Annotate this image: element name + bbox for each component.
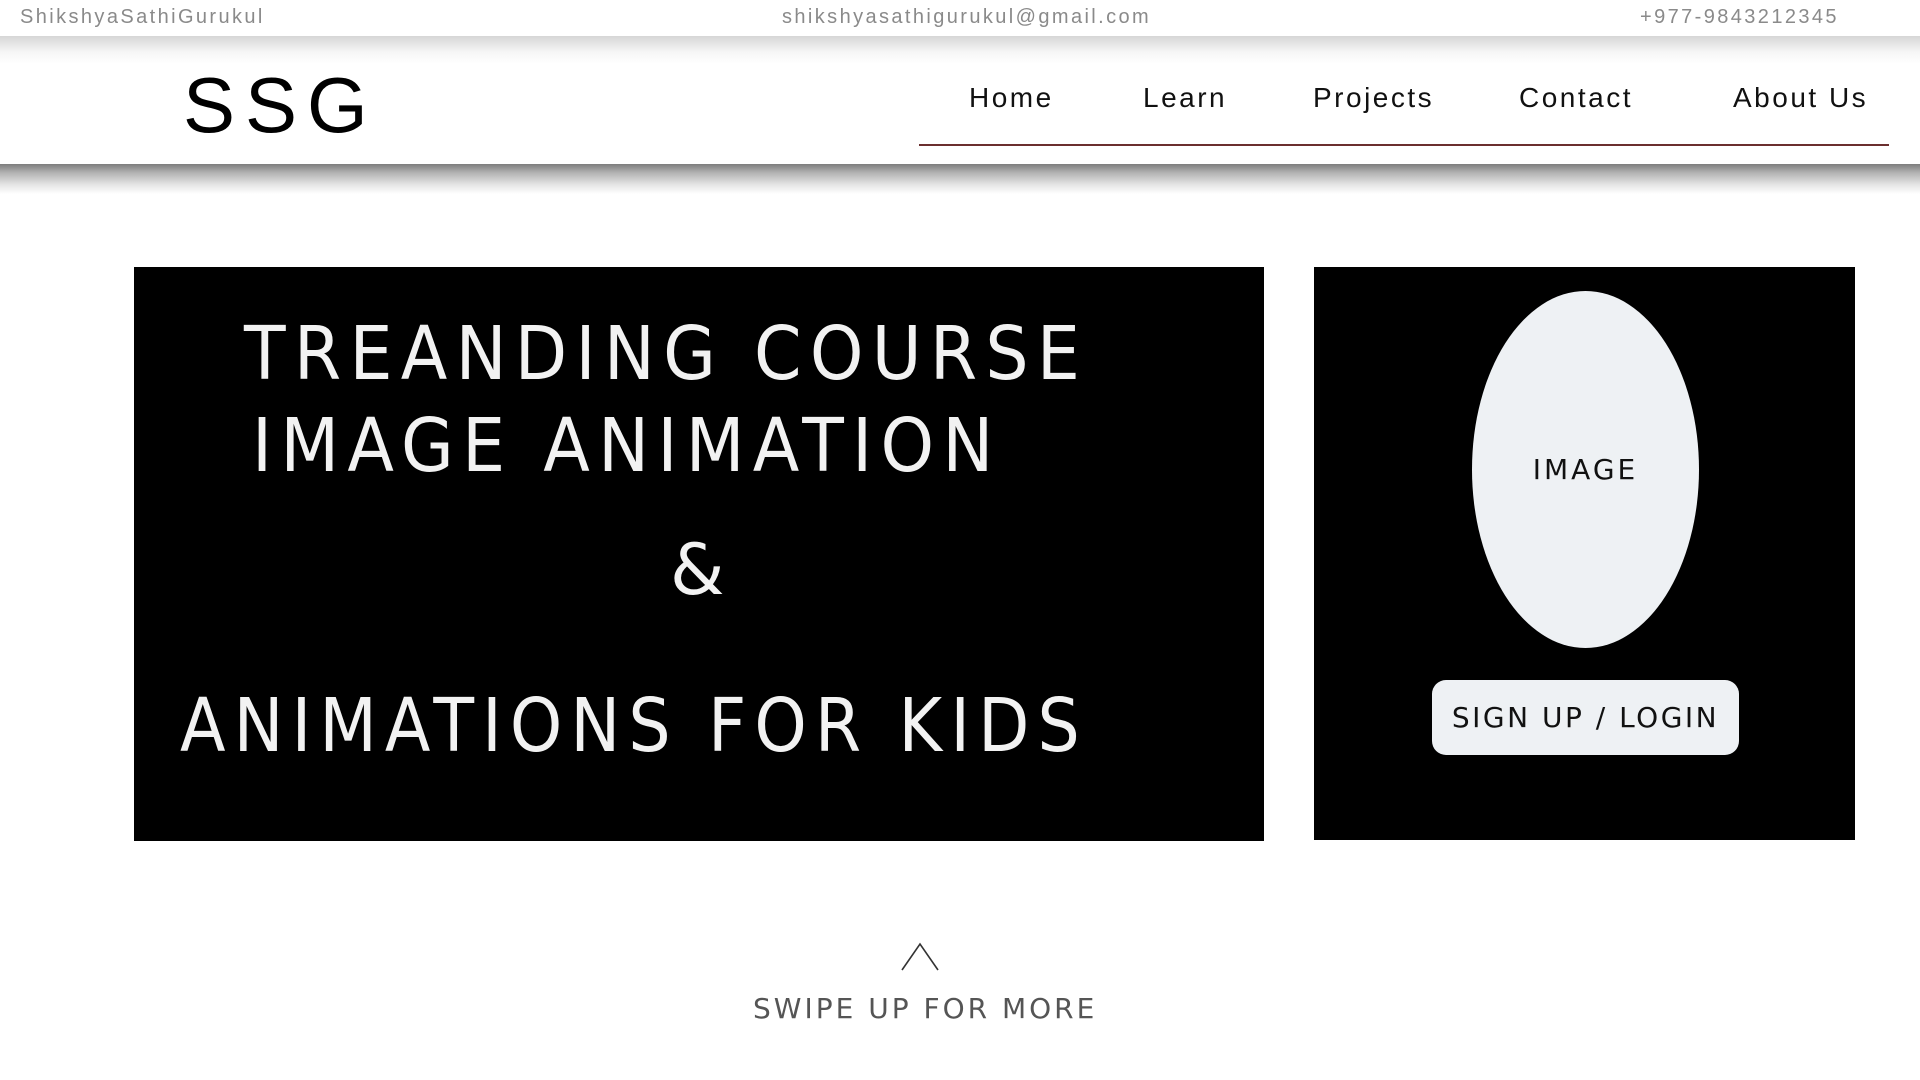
- image-placeholder-label: IMAGE: [1532, 453, 1639, 486]
- hero-ampersand: &: [670, 529, 725, 611]
- signup-card: IMAGE SIGN UP / LOGIN: [1314, 267, 1855, 840]
- logo[interactable]: SSG: [183, 66, 378, 144]
- hero-heading-line-1: TREANDING COURSE: [244, 311, 1089, 397]
- site-header: SSG Home Learn Projects Contact About Us: [0, 36, 1920, 164]
- hero-heading-line-3: ANIMATIONS FOR KIDS: [180, 683, 1088, 769]
- nav-link-learn[interactable]: Learn: [1143, 82, 1227, 114]
- nav-link-projects[interactable]: Projects: [1313, 82, 1434, 114]
- chevron-up-icon[interactable]: [900, 942, 940, 972]
- nav-link-about-us[interactable]: About Us: [1733, 82, 1868, 114]
- swipe-up-label[interactable]: SWIPE UP FOR MORE: [753, 992, 1097, 1025]
- hero-heading-line-2: IMAGE ANIMATION: [252, 403, 1002, 489]
- top-info-bar: ShikshyaSathiGurukul shikshyasathiguruku…: [0, 0, 1920, 36]
- contact-phone[interactable]: +977-9843212345: [1640, 6, 1839, 29]
- image-placeholder: IMAGE: [1472, 291, 1699, 648]
- header-shadow: [0, 164, 1920, 194]
- trending-course-banner: TREANDING COURSE IMAGE ANIMATION & ANIMA…: [134, 267, 1264, 841]
- contact-email[interactable]: shikshyasathigurukul@gmail.com: [782, 6, 1151, 29]
- site-name: ShikshyaSathiGurukul: [20, 6, 265, 28]
- nav-link-contact[interactable]: Contact: [1519, 82, 1633, 114]
- main-nav: Home Learn Projects Contact About Us: [919, 82, 1889, 146]
- signup-login-button[interactable]: SIGN UP / LOGIN: [1432, 680, 1739, 755]
- nav-link-home[interactable]: Home: [969, 82, 1054, 114]
